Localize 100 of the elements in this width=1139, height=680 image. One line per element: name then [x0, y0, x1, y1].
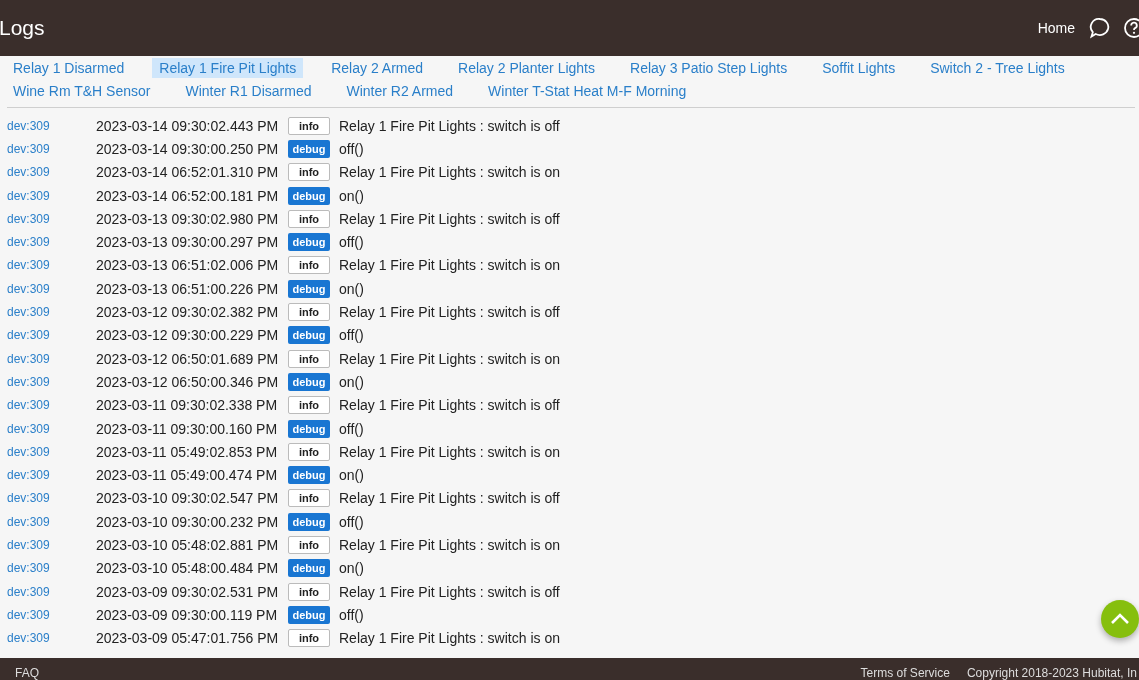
device-link[interactable]: dev:309	[0, 584, 96, 599]
help-icon[interactable]	[1123, 17, 1139, 39]
log-message: Relay 1 Fire Pit Lights : switch is off	[339, 490, 560, 507]
device-link[interactable]: dev:309	[0, 374, 96, 389]
level-badge: debug	[288, 559, 330, 578]
device-link[interactable]: dev:309	[0, 561, 96, 576]
level-badge: info	[288, 396, 330, 415]
level-badge: info	[288, 303, 330, 321]
device-link[interactable]: dev:309	[0, 305, 96, 319]
device-link[interactable]: dev:309	[0, 141, 96, 156]
device-link[interactable]: dev:309	[0, 468, 96, 483]
level-badge: debug	[288, 466, 330, 485]
device-link[interactable]: dev:309	[0, 118, 96, 133]
level-badge: info	[288, 489, 330, 508]
log-message: Relay 1 Fire Pit Lights : switch is on	[339, 257, 560, 274]
log-message: Relay 1 Fire Pit Lights : switch is on	[339, 443, 560, 460]
device-link[interactable]: dev:309	[0, 421, 96, 436]
device-link[interactable]: dev:309	[0, 328, 96, 343]
log-message: on()	[339, 467, 364, 484]
log-message: Relay 1 Fire Pit Lights : switch is off	[339, 210, 560, 227]
level-badge: info	[288, 582, 330, 601]
log-time: 2023-03-13 09:30:02.980 PM	[96, 210, 280, 227]
device-link[interactable]: dev:309	[0, 398, 96, 413]
log-time: 2023-03-09 09:30:02.531 PM	[96, 583, 280, 600]
log-time: 2023-03-13 09:30:00.297 PM	[96, 234, 280, 251]
level-badge: info	[288, 442, 330, 461]
log-message: Relay 1 Fire Pit Lights : switch is off	[339, 583, 560, 600]
level-badge: debug	[288, 605, 330, 624]
device-link[interactable]: dev:309	[0, 514, 96, 529]
level-badge: info	[288, 116, 330, 135]
device-filter[interactable]: Relay 1 Disarmed	[6, 58, 132, 78]
device-link[interactable]: dev:309	[0, 538, 96, 552]
log-time: 2023-03-12 09:30:00.229 PM	[96, 327, 280, 344]
log-time: 2023-03-14 06:52:00.181 PM	[96, 187, 280, 204]
log-time: 2023-03-13 06:51:02.006 PM	[96, 257, 280, 274]
copyright-text: Copyright 2018-2023 Hubitat, In	[965, 667, 1138, 680]
log-time: 2023-03-12 06:50:01.689 PM	[96, 350, 280, 367]
log-time: 2023-03-09 09:30:00.119 PM	[96, 606, 279, 623]
device-link[interactable]: dev:309	[0, 607, 96, 622]
device-link[interactable]: dev:309	[0, 211, 96, 226]
log-message: off()	[339, 327, 364, 344]
log-time: 2023-03-12 06:50:00.346 PM	[96, 373, 280, 390]
device-link[interactable]: dev:309	[0, 281, 96, 296]
log-message: off()	[339, 234, 364, 251]
device-link[interactable]: dev:309	[0, 444, 96, 459]
device-link[interactable]: dev:309	[0, 235, 96, 250]
device-link[interactable]: dev:309	[0, 188, 96, 203]
level-badge: debug	[288, 279, 330, 298]
level-badge: debug	[288, 512, 330, 531]
log-message: Relay 1 Fire Pit Lights : switch is off	[339, 397, 560, 414]
log-message: Relay 1 Fire Pit Lights : switch is off	[339, 304, 560, 320]
level-badge: info	[288, 629, 330, 648]
page-title: Logs	[0, 16, 45, 40]
device-filter[interactable]: Winter T-Stat Heat M-F Morning	[481, 81, 694, 101]
log-message: off()	[339, 420, 364, 437]
device-link[interactable]: dev:309	[0, 631, 96, 646]
device-filter[interactable]: Winter R1 Disarmed	[178, 81, 319, 101]
log-time: 2023-03-10 05:48:02.881 PM	[96, 537, 280, 553]
device-filter[interactable]: Relay 3 Patio Step Lights	[623, 58, 795, 78]
device-filter[interactable]: Relay 2 Armed	[324, 58, 431, 78]
device-link[interactable]: dev:309	[0, 351, 96, 366]
level-badge: debug	[288, 419, 330, 438]
log-message: Relay 1 Fire Pit Lights : switch is on	[339, 537, 560, 553]
level-badge: info	[288, 536, 330, 554]
device-link[interactable]: dev:309	[0, 491, 96, 506]
level-badge: debug	[288, 372, 330, 391]
device-filter[interactable]: Relay 1 Fire Pit Lights	[152, 58, 304, 78]
device-link[interactable]: dev:309	[0, 258, 96, 273]
home-link[interactable]: Home	[1037, 20, 1075, 36]
log-message: Relay 1 Fire Pit Lights : switch is off	[339, 117, 560, 134]
log-time: 2023-03-10 09:30:02.547 PM	[96, 490, 280, 507]
level-badge: debug	[288, 186, 330, 205]
terms-link[interactable]: Terms of Service	[845, 667, 950, 680]
log-message: off()	[339, 140, 364, 157]
log-message: Relay 1 Fire Pit Lights : switch is on	[339, 630, 560, 647]
device-filter[interactable]: Winter R2 Armed	[339, 81, 461, 101]
log-message: Relay 1 Fire Pit Lights : switch is on	[339, 350, 560, 367]
chat-icon[interactable]	[1089, 17, 1111, 39]
log-message: on()	[339, 280, 364, 297]
level-badge: debug	[288, 139, 330, 158]
log-message: Relay 1 Fire Pit Lights : switch is on	[339, 164, 560, 181]
faq-link[interactable]: FAQ	[0, 667, 39, 680]
log-time: 2023-03-11 09:30:00.160 PM	[96, 420, 279, 437]
log-time: 2023-03-14 09:30:00.250 PM	[96, 140, 280, 157]
level-badge: info	[288, 209, 330, 228]
device-filter[interactable]: Wine Rm T&H Sensor	[6, 81, 158, 101]
device-link[interactable]: dev:309	[0, 165, 96, 180]
device-filter[interactable]: Relay 2 Planter Lights	[451, 58, 602, 78]
device-filter[interactable]: Switch 2 - Tree Lights	[923, 58, 1072, 78]
log-message: off()	[339, 606, 364, 623]
device-filter[interactable]: Soffit Lights	[815, 58, 903, 78]
log-time: 2023-03-13 06:51:00.226 PM	[96, 280, 280, 297]
level-badge: debug	[288, 326, 330, 345]
log-message: on()	[339, 187, 364, 204]
log-time: 2023-03-14 09:30:02.443 PM	[96, 117, 280, 134]
chevron-up-icon	[1110, 613, 1130, 625]
log-message: off()	[339, 513, 364, 530]
log-time: 2023-03-11 05:49:02.853 PM	[96, 443, 279, 460]
level-badge: info	[288, 349, 330, 368]
log-message: on()	[339, 373, 364, 390]
